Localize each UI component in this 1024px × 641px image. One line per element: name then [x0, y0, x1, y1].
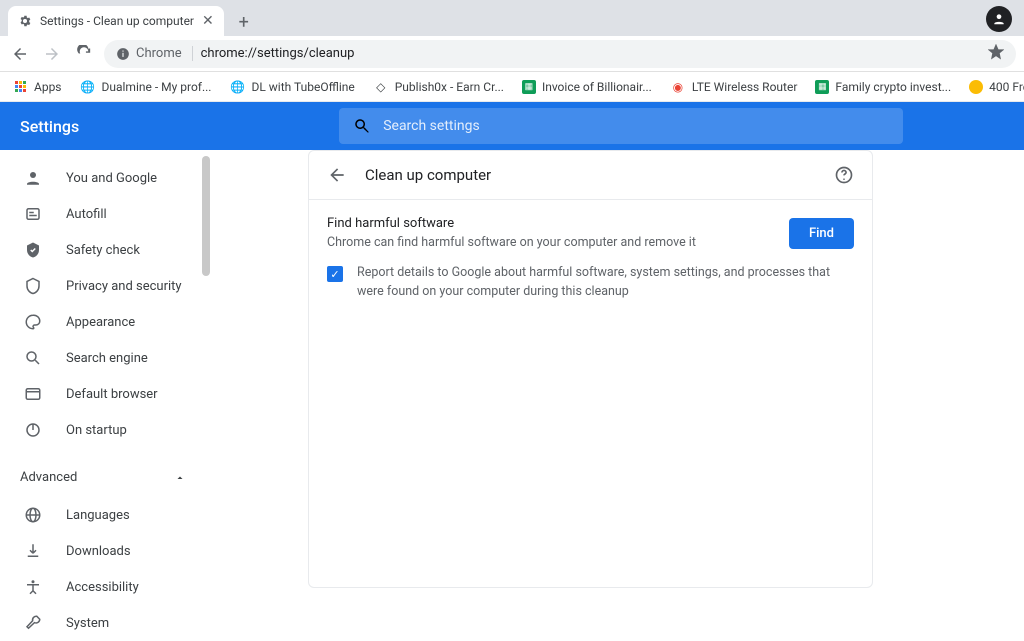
sidebar-item-search-engine[interactable]: Search engine [0, 340, 210, 376]
bookmark-item[interactable]: 🌐Dualmine - My prof... [80, 79, 212, 95]
settings-title: Settings [20, 117, 79, 136]
sidebar-item-privacy[interactable]: Privacy and security [0, 268, 210, 304]
browser-tab[interactable]: Settings - Clean up computer ✕ [8, 6, 224, 36]
sheet-icon: ▦ [522, 80, 536, 94]
power-icon [24, 421, 42, 439]
omnibox-url: chrome://settings/cleanup [201, 46, 355, 61]
sidebar-item-autofill[interactable]: Autofill [0, 196, 210, 232]
autofill-icon [24, 205, 42, 223]
back-button[interactable] [8, 42, 32, 66]
bookmark-item[interactable]: 400 Free Tools and... [969, 80, 1024, 94]
tool-icon [969, 80, 983, 94]
reload-button[interactable] [72, 42, 96, 66]
bookmark-item[interactable]: 🌐DL with TubeOffline [229, 79, 354, 95]
palette-icon [24, 313, 42, 331]
gear-icon [18, 14, 32, 28]
accessibility-icon [24, 578, 42, 596]
browser-toolbar: Chrome chrome://settings/cleanup [0, 36, 1024, 72]
download-icon [24, 542, 42, 560]
chevron-up-icon [174, 472, 186, 484]
drop-icon: ◇ [373, 79, 389, 95]
sidebar-item-accessibility[interactable]: Accessibility [0, 569, 210, 605]
globe-icon [24, 506, 42, 524]
bookmarks-bar: Apps 🌐Dualmine - My prof... 🌐DL with Tub… [0, 72, 1024, 102]
help-icon[interactable] [834, 165, 854, 185]
browser-icon [24, 385, 42, 403]
sidebar-item-safety-check[interactable]: Safety check [0, 232, 210, 268]
sidebar-item-default-browser[interactable]: Default browser [0, 376, 210, 412]
sidebar-item-appearance[interactable]: Appearance [0, 304, 210, 340]
bookmark-item[interactable]: ▦Invoice of Billionair... [522, 80, 652, 94]
report-checkbox-label: Report details to Google about harmful s… [357, 264, 854, 302]
close-icon[interactable]: ✕ [202, 13, 214, 29]
shield-check-icon [24, 241, 42, 259]
site-info-chip[interactable]: Chrome [116, 46, 193, 61]
shield-icon [24, 277, 42, 295]
bookmark-item[interactable]: ◇Publish0x - Earn Cr... [373, 79, 504, 95]
search-settings-box[interactable] [339, 108, 903, 144]
tab-title: Settings - Clean up computer [40, 14, 194, 28]
person-icon [24, 169, 42, 187]
search-input[interactable] [383, 118, 889, 134]
sidebar-item-downloads[interactable]: Downloads [0, 533, 210, 569]
search-icon [353, 117, 371, 135]
sidebar-item-system[interactable]: System [0, 605, 210, 641]
page-title: Clean up computer [365, 166, 834, 184]
profile-avatar[interactable] [986, 6, 1012, 32]
bookmark-star-icon[interactable] [988, 44, 1004, 64]
settings-sidebar: You and Google Autofill Safety check Pri… [0, 150, 210, 588]
find-button[interactable]: Find [789, 218, 854, 249]
address-bar[interactable]: Chrome chrome://settings/cleanup [104, 40, 1016, 68]
sidebar-scrollbar[interactable] [202, 156, 210, 276]
sidebar-item-you-and-google[interactable]: You and Google [0, 160, 210, 196]
wrench-icon [24, 614, 42, 632]
sheet-icon: ▦ [815, 80, 829, 94]
forward-button[interactable] [40, 42, 64, 66]
report-checkbox[interactable]: ✓ [327, 266, 343, 282]
bookmark-item[interactable]: ▦Family crypto invest... [815, 80, 951, 94]
tab-strip: Settings - Clean up computer ✕ + [0, 0, 1024, 36]
apps-icon [12, 79, 28, 95]
sidebar-item-languages[interactable]: Languages [0, 497, 210, 533]
router-icon: ◉ [670, 79, 686, 95]
omnibox-chip-text: Chrome [136, 46, 182, 61]
bookmark-item[interactable]: ◉LTE Wireless Router [670, 79, 798, 95]
info-icon [116, 47, 130, 61]
globe-icon: 🌐 [80, 79, 96, 95]
cleanup-card: Clean up computer Find harmful software … [308, 150, 873, 588]
sidebar-item-on-startup[interactable]: On startup [0, 412, 210, 448]
sidebar-advanced-toggle[interactable]: Advanced [0, 458, 210, 497]
bookmark-apps[interactable]: Apps [12, 79, 62, 95]
search-icon [24, 349, 42, 367]
globe-icon: 🌐 [229, 79, 245, 95]
back-arrow-icon[interactable] [327, 165, 347, 185]
section-heading: Find harmful software [327, 216, 789, 231]
new-tab-button[interactable]: + [230, 8, 258, 36]
section-description: Chrome can find harmful software on your… [327, 235, 789, 250]
settings-content: Clean up computer Find harmful software … [210, 150, 1024, 588]
settings-header: Settings [0, 102, 1024, 150]
